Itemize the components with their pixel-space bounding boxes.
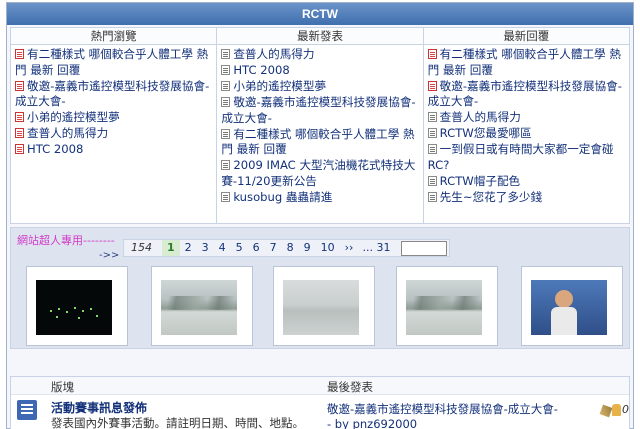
- document-icon: [427, 112, 437, 122]
- topic-columns: 熱門瀏覽 有二種樣式 哪個較合乎人體工學 熱門 最新 回覆 敬邀-嘉義市遙控模型…: [10, 27, 630, 224]
- topic-link[interactable]: RCTW您最愛哪區: [427, 126, 626, 142]
- topic-link[interactable]: 查普人的馬得力: [221, 47, 419, 63]
- page-link[interactable]: 7: [265, 240, 282, 256]
- document-icon: [221, 191, 231, 202]
- child-photo-image: [531, 280, 607, 335]
- page-count: 154: [131, 241, 152, 254]
- thumbnail[interactable]: [273, 266, 375, 346]
- topic-link[interactable]: 敬邀-嘉義市遙控模型科技發展協會-成立大會-: [221, 95, 419, 126]
- document-icon: [427, 144, 437, 154]
- table-row: 活動賽事訊息發佈 發表國內外賽事活動。請註明日期、時間、地點。 敬邀-嘉義市遙控…: [11, 395, 629, 429]
- column-newest: 最新發表 查普人的馬得力 HTC 2008 小弟的遙控模型夢 敬邀-嘉義市遙控模…: [217, 28, 424, 223]
- topic-link[interactable]: 查普人的馬得力: [427, 110, 626, 126]
- topic-link[interactable]: 查普人的馬得力: [15, 126, 213, 142]
- next-page-link[interactable]: ››: [340, 240, 359, 256]
- last-post-author[interactable]: - by pnz692000: [327, 417, 417, 429]
- thumbnail[interactable]: [396, 266, 498, 346]
- column-title: 最新回覆: [423, 28, 629, 45]
- pencil-icon: [599, 404, 613, 418]
- page-current: 1: [162, 240, 180, 256]
- topic-link[interactable]: 小弟的遙控模型夢: [15, 110, 213, 126]
- hot-topic-icon: [15, 80, 24, 91]
- board-description: 發表國內外賽事活動。請註明日期、時間、地點。: [51, 416, 304, 429]
- hot-topic-icon: [15, 112, 24, 122]
- board-icon: [17, 400, 37, 420]
- document-icon: [427, 191, 437, 202]
- hot-topic-icon: [427, 80, 437, 91]
- column-replies: 最新回覆 有二種樣式 哪個較合乎人體工學 熱門 最新 回覆 敬邀-嘉義市遙控模型…: [423, 28, 629, 223]
- vip-label: 網站超人專用--------: [17, 234, 115, 247]
- document-icon: [221, 65, 231, 75]
- topic-link[interactable]: 有二種樣式 哪個較合乎人體工學 熱門 最新 回覆: [221, 127, 419, 158]
- topic-link[interactable]: 一到假日或有時間大家都一定會碰RC?: [427, 142, 626, 173]
- document-icon: [221, 128, 231, 139]
- photo-gallery: 網站超人專用-------- ->> 154 1 2 3 4 5 6 7 8 9…: [10, 227, 630, 349]
- column-title: 最新發表: [217, 28, 423, 45]
- topic-link[interactable]: 2009 IMAC 大型汽油機花式特技大賽-11/20更新公告: [221, 158, 419, 189]
- misty-lake-image: [161, 280, 237, 335]
- document-icon: [221, 49, 231, 59]
- board-title-link[interactable]: 活動賽事訊息發佈: [51, 399, 147, 416]
- reply-count: 0: [622, 403, 629, 416]
- topic-link[interactable]: 敬邀-嘉義市遙控模型科技發展協會-成立大會-: [427, 79, 626, 110]
- page-link[interactable]: 2: [180, 240, 197, 256]
- page-jump-input[interactable]: [401, 240, 448, 256]
- topic-link[interactable]: 有二種樣式 哪個較合乎人體工學 熱門 最新 回覆: [15, 47, 213, 78]
- page-link[interactable]: 3: [197, 240, 214, 256]
- night-scene-image: [36, 280, 112, 335]
- document-icon: [221, 160, 231, 170]
- topic-link[interactable]: HTC 2008: [15, 142, 213, 158]
- portal-frame: RCTW 熱門瀏覽 有二種樣式 哪個較合乎人體工學 熱門 最新 回覆 敬邀-嘉義…: [6, 2, 634, 429]
- topic-link[interactable]: 敬邀-嘉義市遙控模型科技發展協會-成立大會-: [15, 79, 213, 110]
- document-icon: [427, 128, 437, 138]
- thumbnail[interactable]: [151, 266, 253, 346]
- page-link[interactable]: 9: [299, 240, 316, 256]
- foggy-lake-image: [283, 280, 359, 335]
- thumbnail-strip: [11, 266, 631, 348]
- last-post-link[interactable]: 敬邀-嘉義市遙控模型科技發展協會-成立大會-: [327, 401, 558, 417]
- misty-lake-image: [406, 280, 482, 335]
- page-link[interactable]: 5: [231, 240, 248, 256]
- topic-link[interactable]: HTC 2008: [221, 63, 419, 79]
- page-link[interactable]: 8: [282, 240, 299, 256]
- thumbs-up-icon: [612, 404, 621, 416]
- document-icon: [427, 175, 437, 186]
- arrow-label: ->>: [99, 250, 120, 261]
- page-link[interactable]: 6: [248, 240, 265, 256]
- forum-board-table: 版塊 最後發表 活動賽事訊息發佈 發表國內外賽事活動。請註明日期、時間、地點。 …: [10, 376, 630, 429]
- hot-topic-icon: [427, 49, 437, 59]
- pagination: 154 1 2 3 4 5 6 7 8 9 10 ›› ... 31: [123, 239, 451, 257]
- hot-topic-icon: [15, 144, 24, 154]
- board-column-header: 版塊: [51, 380, 74, 394]
- topic-link[interactable]: 小弟的遙控模型夢: [221, 79, 419, 95]
- hot-topic-icon: [15, 128, 24, 138]
- hot-topic-icon: [15, 49, 24, 59]
- topic-link[interactable]: kusobug 蟲蟲請進: [221, 190, 419, 206]
- column-title: 熱門瀏覽: [11, 28, 217, 45]
- portal-title: RCTW: [7, 3, 633, 25]
- page-link[interactable]: 4: [214, 240, 231, 256]
- topic-link[interactable]: 先生~您花了多少錢: [427, 190, 626, 206]
- document-icon: [221, 97, 231, 107]
- column-hot: 熱門瀏覽 有二種樣式 哪個較合乎人體工學 熱門 最新 回覆 敬邀-嘉義市遙控模型…: [11, 28, 218, 223]
- page-link[interactable]: 10: [316, 240, 340, 256]
- document-icon: [221, 81, 231, 91]
- last-page-link[interactable]: ... 31: [358, 240, 395, 256]
- last-post-column-header: 最後發表: [327, 380, 373, 394]
- thumbnail[interactable]: [521, 266, 623, 346]
- topic-link[interactable]: RCTW帽子配色: [427, 174, 626, 190]
- thumbnail[interactable]: [26, 266, 128, 346]
- topic-link[interactable]: 有二種樣式 哪個較合乎人體工學 熱門 最新 回覆: [427, 47, 626, 78]
- forum-header: 版塊 最後發表: [11, 377, 629, 395]
